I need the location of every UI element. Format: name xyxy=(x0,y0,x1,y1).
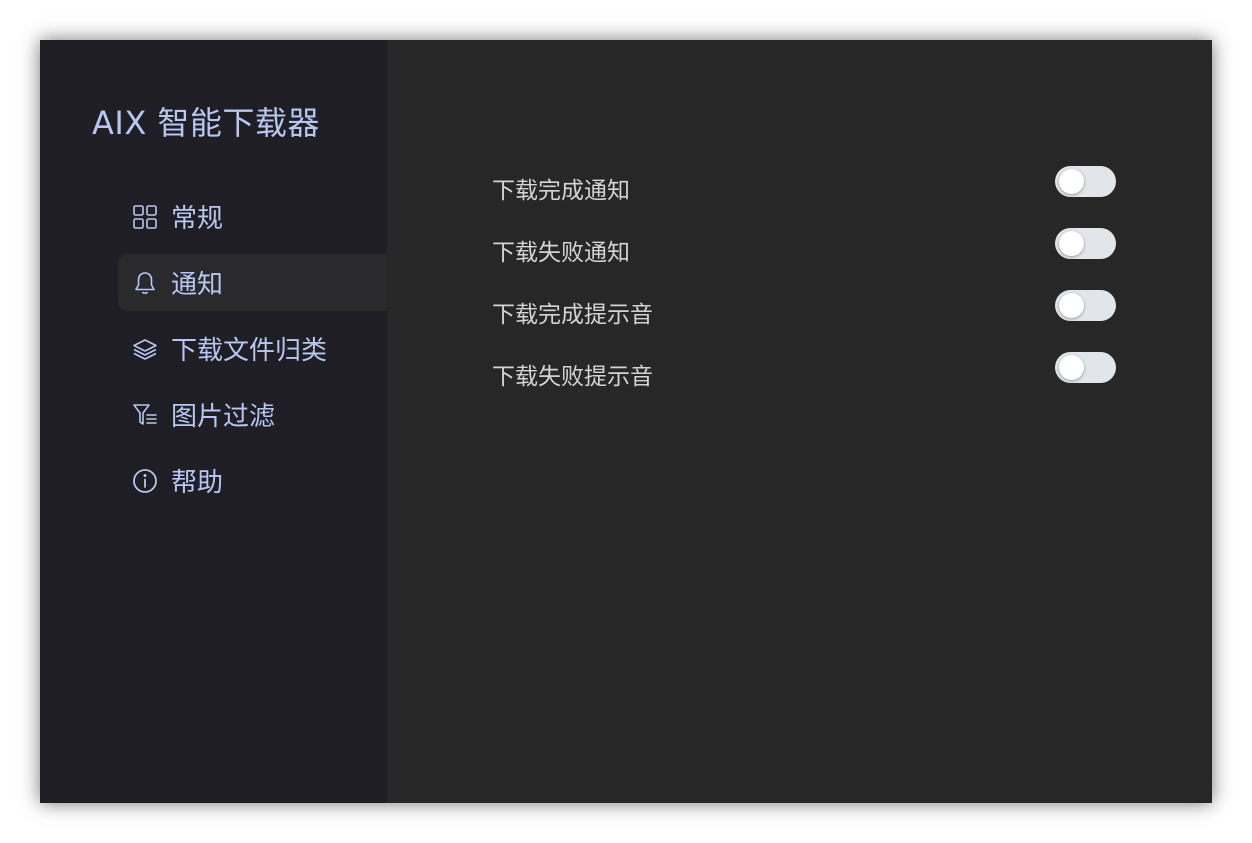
setting-label: 下载完成提示音 xyxy=(492,302,653,328)
download-complete-sound-toggle[interactable] xyxy=(1055,290,1116,321)
setting-label: 下载完成通知 xyxy=(492,178,630,204)
download-failed-sound-toggle[interactable] xyxy=(1055,352,1116,383)
toggle-knob xyxy=(1059,293,1084,318)
sidebar-item-label: 常规 xyxy=(171,204,224,234)
setting-row-download-complete-sound: 下载完成提示音 xyxy=(492,290,1116,352)
setting-row-download-failed-notify: 下载失败通知 xyxy=(492,228,1116,290)
sidebar-item-image-filter[interactable]: 图片过滤 xyxy=(118,386,387,443)
setting-row-download-complete-notify: 下载完成通知 xyxy=(492,166,1116,228)
download-complete-notify-toggle[interactable] xyxy=(1055,166,1116,197)
bell-icon xyxy=(132,270,158,296)
sidebar-item-label: 通知 xyxy=(171,270,224,300)
grid-icon xyxy=(132,204,158,230)
info-icon xyxy=(132,468,158,494)
download-failed-notify-toggle[interactable] xyxy=(1055,228,1116,259)
sidebar-item-download-categories[interactable]: 下载文件归类 xyxy=(118,320,387,377)
toggle-knob xyxy=(1059,169,1084,194)
setting-label: 下载失败提示音 xyxy=(492,364,653,390)
setting-label: 下载失败通知 xyxy=(492,240,630,266)
filter-icon xyxy=(132,402,158,428)
toggle-knob xyxy=(1059,231,1084,256)
settings-list: 下载完成通知 下载失败通知 下载完成提示音 下载失败提示音 xyxy=(492,166,1116,414)
sidebar-nav: 常规 通知 下载文件归类 图片过滤 帮助 xyxy=(118,188,387,518)
sidebar-item-help[interactable]: 帮助 xyxy=(118,452,387,509)
layers-icon xyxy=(132,336,158,362)
notification-settings-panel: 下载完成通知 下载失败通知 下载完成提示音 下载失败提示音 xyxy=(387,40,1212,803)
app-title: AIX 智能下载器 xyxy=(92,104,320,142)
sidebar: AIX 智能下载器 常规 通知 下载文件归类 图片过滤 帮助 xyxy=(40,40,387,803)
sidebar-item-label: 下载文件归类 xyxy=(171,336,328,366)
sidebar-item-notifications[interactable]: 通知 xyxy=(118,254,387,311)
toggle-knob xyxy=(1059,355,1084,380)
app-window: AIX 智能下载器 常规 通知 下载文件归类 图片过滤 帮助 下载完成通知 下载… xyxy=(40,40,1212,803)
setting-row-download-failed-sound: 下载失败提示音 xyxy=(492,352,1116,414)
sidebar-item-label: 帮助 xyxy=(171,468,224,498)
sidebar-item-general[interactable]: 常规 xyxy=(118,188,387,245)
sidebar-item-label: 图片过滤 xyxy=(171,402,276,432)
